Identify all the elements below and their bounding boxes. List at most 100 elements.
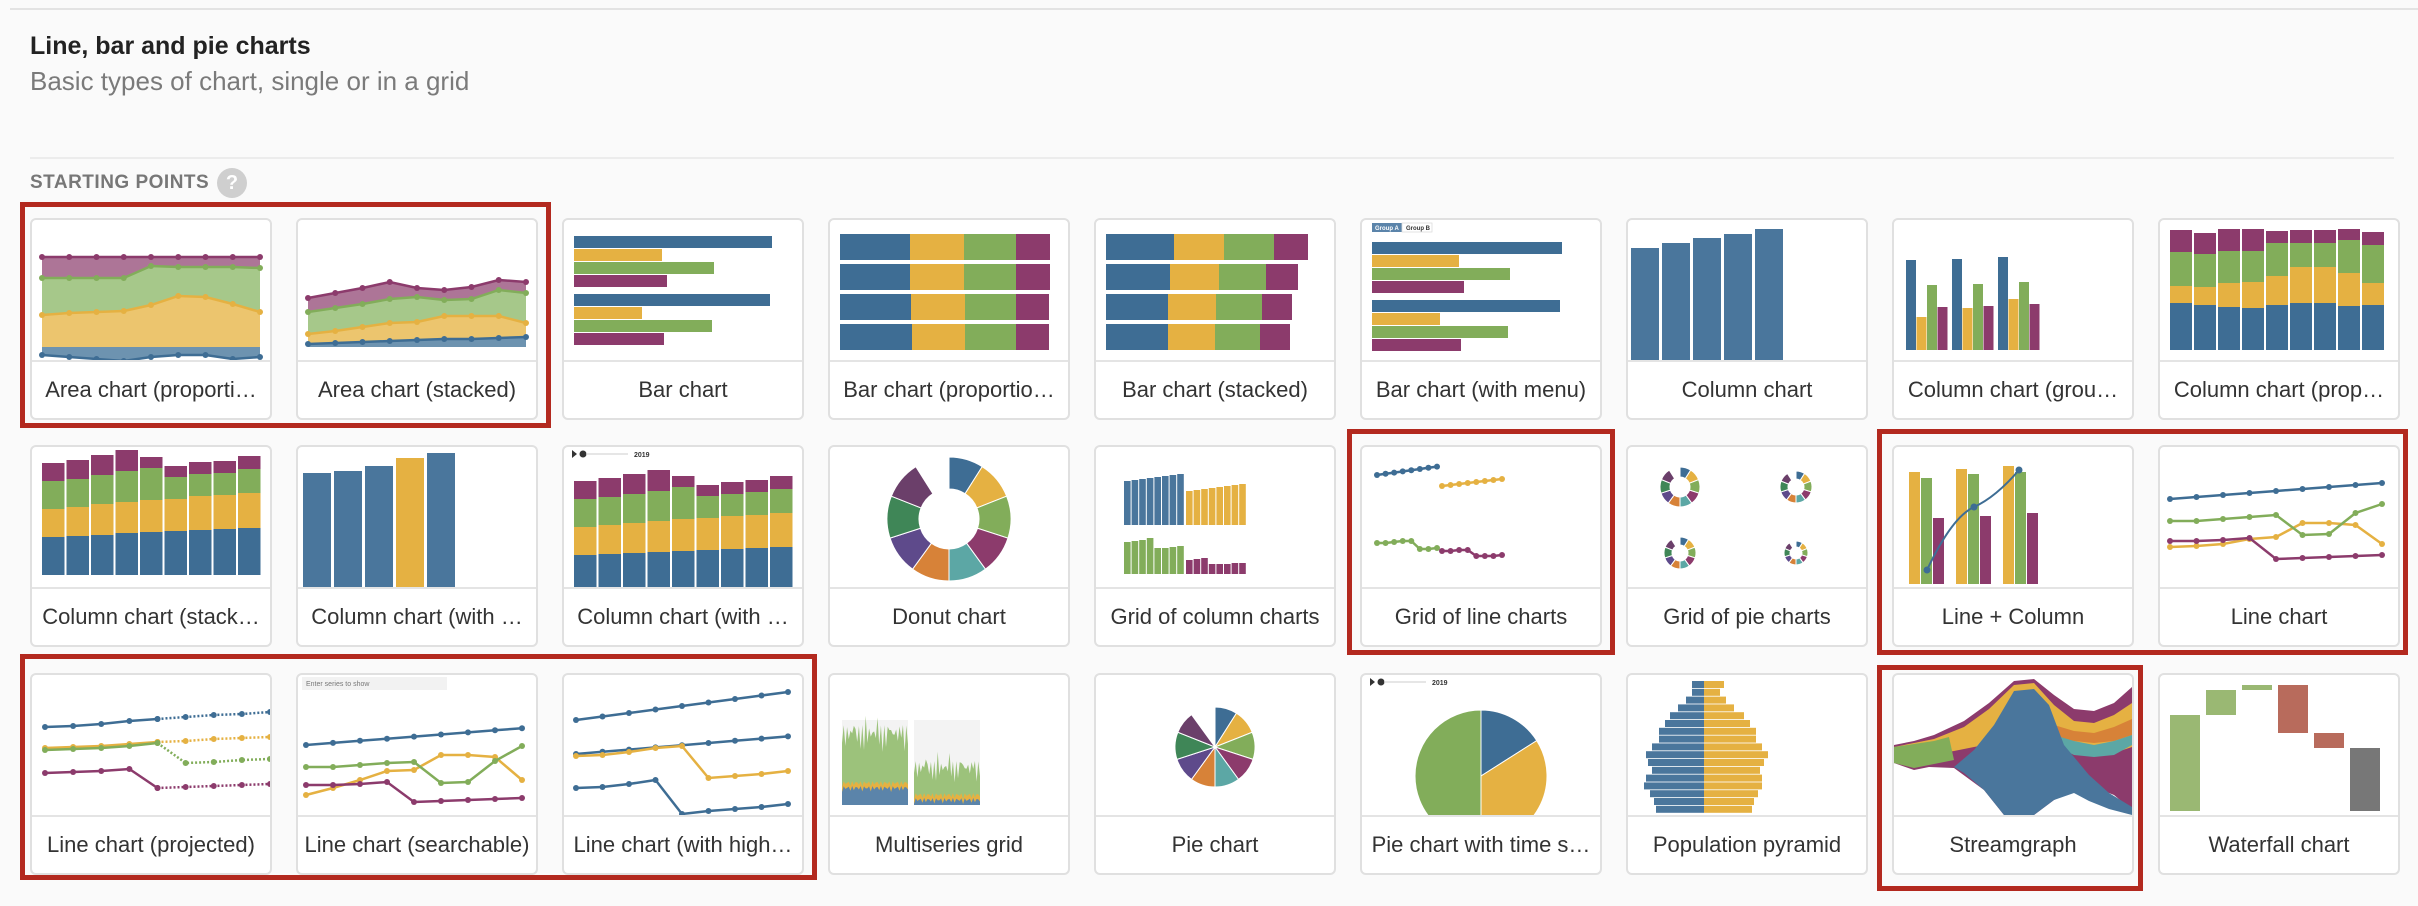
data-point: [386, 320, 393, 326]
data-point: [732, 696, 738, 702]
chart-template-card[interactable]: Area chart (stacked): [296, 218, 538, 420]
chart-thumbnail: [2160, 447, 2398, 587]
data-point: [573, 753, 579, 759]
chart-template-card[interactable]: Group A Group B Bar chart (with menu): [1360, 218, 1602, 420]
chart-template-card[interactable]: Grid of line charts: [1360, 445, 1602, 647]
bar: [840, 234, 910, 260]
data-point: [2299, 555, 2306, 561]
data-point: [98, 745, 105, 751]
bar: [1704, 766, 1760, 774]
chart-thumbnail: [1096, 220, 1334, 360]
chart-template-card[interactable]: Line chart (with high…: [562, 673, 804, 875]
bar: [1952, 259, 1962, 350]
chart-template-card[interactable]: Area chart (proporti…: [30, 218, 272, 420]
data-point: [120, 308, 127, 314]
data-point: [1447, 548, 1454, 554]
data-point: [2326, 520, 2332, 526]
help-icon[interactable]: ?: [217, 168, 248, 198]
data-point: [652, 777, 659, 783]
bar: [1704, 751, 1768, 759]
chart-template-card[interactable]: Column chart (prop…: [2158, 218, 2400, 420]
data-point: [305, 331, 311, 337]
bar: [2218, 307, 2240, 350]
bar: [2338, 273, 2360, 306]
slider-handle: [579, 450, 587, 458]
bar: [598, 554, 621, 587]
chart-template-card[interactable]: Pie chart: [1094, 673, 1336, 875]
bar: [2338, 306, 2360, 350]
bar: [840, 294, 911, 320]
data-point: [438, 780, 444, 786]
data-point: [303, 792, 309, 798]
bar: [189, 496, 212, 530]
chart-template-card[interactable]: Grid of pie charts: [1626, 445, 1868, 647]
data-point: [175, 293, 182, 299]
data-point: [1499, 552, 1505, 558]
chart-template-card[interactable]: Streamgraph: [1892, 673, 2134, 875]
bar: [189, 462, 212, 474]
chart-template-card[interactable]: Bar chart (proportio…: [828, 218, 1070, 420]
bar: [1659, 727, 1704, 735]
data-point: [2352, 522, 2359, 528]
bar: [164, 466, 187, 477]
bar: [1909, 472, 1920, 584]
bar: [840, 264, 910, 290]
chart-template-card[interactable]: Multiseries grid: [828, 673, 1070, 875]
bar: [1372, 313, 1440, 325]
bar: [2170, 252, 2192, 286]
data-point: [332, 328, 339, 334]
bar: [2338, 240, 2360, 273]
bar: [238, 456, 261, 469]
card-label: Area chart (proporti…: [32, 360, 270, 418]
data-point: [2326, 484, 2332, 490]
bar: [672, 476, 695, 487]
data-point: [175, 352, 182, 358]
bar: [1124, 542, 1131, 574]
chart-template-card[interactable]: Waterfall chart: [2158, 673, 2400, 875]
data-point: [2273, 488, 2279, 494]
chart-thumbnail: [830, 675, 1068, 815]
chart-template-card[interactable]: Column chart (with …: [296, 445, 538, 647]
card-label: Pie chart with time s…: [1362, 815, 1600, 873]
bar: [1704, 774, 1762, 782]
bar: [1177, 474, 1184, 525]
chart-template-card[interactable]: Column chart (stack…: [30, 445, 272, 647]
top-divider: [10, 8, 2418, 10]
chart-template-card[interactable]: 2019 Column chart (with …: [562, 445, 804, 647]
data-point: [411, 759, 417, 765]
chart-template-card[interactable]: Column chart (grou…: [1892, 218, 2134, 420]
chart-template-card[interactable]: Population pyramid: [1626, 673, 1868, 875]
data-point: [2220, 516, 2226, 522]
data-point: [305, 341, 311, 347]
chart-template-card[interactable]: Bar chart (stacked): [1094, 218, 1336, 420]
bar: [574, 294, 770, 306]
bar: [770, 547, 793, 587]
chart-template-card[interactable]: Line chart: [2158, 445, 2400, 647]
chart-template-card[interactable]: Enter series to show Line chart (searchab…: [296, 673, 538, 875]
chart-template-card[interactable]: Donut chart: [828, 445, 1070, 647]
data-point: [384, 779, 390, 785]
bar: [1177, 546, 1184, 574]
card-label: Line + Column: [1894, 587, 2132, 645]
bar: [2350, 748, 2380, 811]
chart-template-card[interactable]: Column chart: [1626, 218, 1868, 420]
data-point: [120, 254, 127, 260]
chart-template-card[interactable]: Bar chart: [562, 218, 804, 420]
bar: [2242, 685, 2272, 690]
chart-template-card[interactable]: 2019 Pie chart with time s…: [1360, 673, 1602, 875]
menu-label-group-a: Group A: [1375, 226, 1399, 232]
bar: [1139, 540, 1146, 574]
data-point: [359, 285, 366, 291]
bar: [2242, 282, 2264, 308]
data-point: [386, 338, 393, 344]
chart-template-card[interactable]: Grid of column charts: [1094, 445, 1336, 647]
chart-template-card[interactable]: Line chart (projected): [30, 673, 272, 875]
chart-template-card[interactable]: Line + Column: [1892, 445, 2134, 647]
data-point: [238, 782, 245, 788]
bar: [66, 536, 89, 575]
data-point: [1399, 468, 1406, 475]
data-point: [495, 287, 502, 293]
bar: [213, 461, 236, 473]
data-point: [1447, 482, 1454, 488]
column-stacked-thumbnail: [42, 450, 261, 575]
